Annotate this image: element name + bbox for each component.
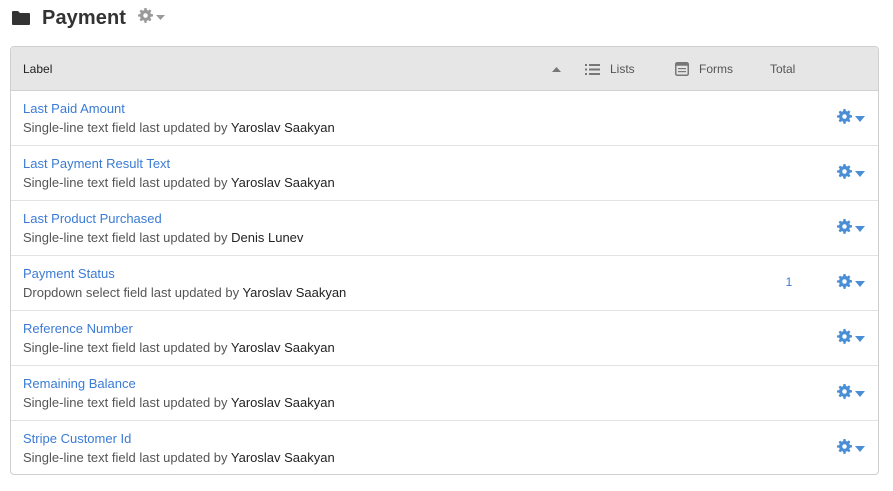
updated-by-user: Yaroslav Saakyan <box>230 395 335 410</box>
list-icon <box>585 63 600 76</box>
field-title-link[interactable]: Last Product Purchased <box>23 211 162 226</box>
page-header: Payment <box>12 6 166 30</box>
row-settings-button[interactable] <box>837 384 865 404</box>
updated-by-user: Yaroslav Saakyan <box>230 340 335 355</box>
field-description: Dropdown select field last updated by Ya… <box>23 285 346 300</box>
chevron-down-icon <box>855 446 865 452</box>
field-description: Single-line text field last updated by Y… <box>23 175 335 190</box>
gear-icon <box>138 8 154 28</box>
chevron-down-icon <box>855 336 865 342</box>
gear-icon <box>837 109 852 129</box>
table-row: Last Product Purchased Single-line text … <box>11 201 878 256</box>
gear-icon <box>837 329 852 349</box>
row-settings-button[interactable] <box>837 329 865 349</box>
column-lists-label: Lists <box>610 62 635 76</box>
field-title-link[interactable]: Payment Status <box>23 266 115 281</box>
table-row: Payment Status Dropdown select field las… <box>11 256 878 311</box>
field-title-link[interactable]: Remaining Balance <box>23 376 136 391</box>
field-title-link[interactable]: Last Paid Amount <box>23 101 125 116</box>
column-lists-header[interactable]: Lists <box>585 47 635 91</box>
table-body: Last Paid Amount Single-line text field … <box>11 91 878 474</box>
field-type-text: Dropdown select field last updated by <box>23 285 240 300</box>
chevron-down-icon <box>855 281 865 287</box>
table-row: Reference Number Single-line text field … <box>11 311 878 366</box>
header-settings-button[interactable] <box>138 8 166 28</box>
field-description: Single-line text field last updated by D… <box>23 230 303 245</box>
updated-by-user: Yaroslav Saakyan <box>230 450 335 465</box>
updated-by-user: Yaroslav Saakyan <box>230 120 335 135</box>
column-forms-label: Forms <box>699 62 733 76</box>
table-row: Last Paid Amount Single-line text field … <box>11 91 878 146</box>
chevron-down-icon <box>855 171 865 177</box>
gear-icon <box>837 439 852 459</box>
column-forms-header[interactable]: Forms <box>675 47 733 91</box>
row-settings-button[interactable] <box>837 274 865 294</box>
table-row: Last Payment Result Text Single-line tex… <box>11 146 878 201</box>
gear-icon <box>837 219 852 239</box>
row-settings-button[interactable] <box>837 439 865 459</box>
form-icon <box>675 62 689 76</box>
fields-table: Label Lists Forms Total Last Paid Amount… <box>10 46 879 475</box>
field-type-text: Single-line text field last updated by <box>23 340 228 355</box>
field-type-text: Single-line text field last updated by <box>23 120 228 135</box>
field-type-text: Single-line text field last updated by <box>23 175 228 190</box>
page-title: Payment <box>42 6 127 29</box>
field-description: Single-line text field last updated by Y… <box>23 450 335 465</box>
field-type-text: Single-line text field last updated by <box>23 450 228 465</box>
sort-ascending-icon[interactable] <box>552 47 561 91</box>
field-description: Single-line text field last updated by Y… <box>23 340 335 355</box>
gear-icon <box>837 384 852 404</box>
table-header: Label Lists Forms Total <box>11 47 878 91</box>
updated-by-user: Denis Lunev <box>231 230 304 245</box>
row-settings-button[interactable] <box>837 109 865 129</box>
field-type-text: Single-line text field last updated by <box>23 230 228 245</box>
row-settings-button[interactable] <box>837 164 865 184</box>
chevron-down-icon <box>156 15 166 21</box>
folder-icon <box>12 10 30 26</box>
chevron-down-icon <box>855 391 865 397</box>
field-title-link[interactable]: Reference Number <box>23 321 133 336</box>
table-row: Stripe Customer Id Single-line text fiel… <box>11 421 878 474</box>
field-title-link[interactable]: Stripe Customer Id <box>23 431 131 446</box>
field-title-link[interactable]: Last Payment Result Text <box>23 156 170 171</box>
field-description: Single-line text field last updated by Y… <box>23 395 335 410</box>
gear-icon <box>837 274 852 294</box>
row-settings-button[interactable] <box>837 219 865 239</box>
updated-by-user: Yaroslav Saakyan <box>230 175 335 190</box>
updated-by-user: Yaroslav Saakyan <box>242 285 347 300</box>
gear-icon <box>837 164 852 184</box>
column-total-header[interactable]: Total <box>770 47 795 91</box>
field-total-count[interactable]: 1 <box>783 275 795 289</box>
chevron-down-icon <box>855 116 865 122</box>
chevron-down-icon <box>855 226 865 232</box>
column-label-header[interactable]: Label <box>23 47 52 91</box>
field-description: Single-line text field last updated by Y… <box>23 120 335 135</box>
field-type-text: Single-line text field last updated by <box>23 395 228 410</box>
table-row: Remaining Balance Single-line text field… <box>11 366 878 421</box>
